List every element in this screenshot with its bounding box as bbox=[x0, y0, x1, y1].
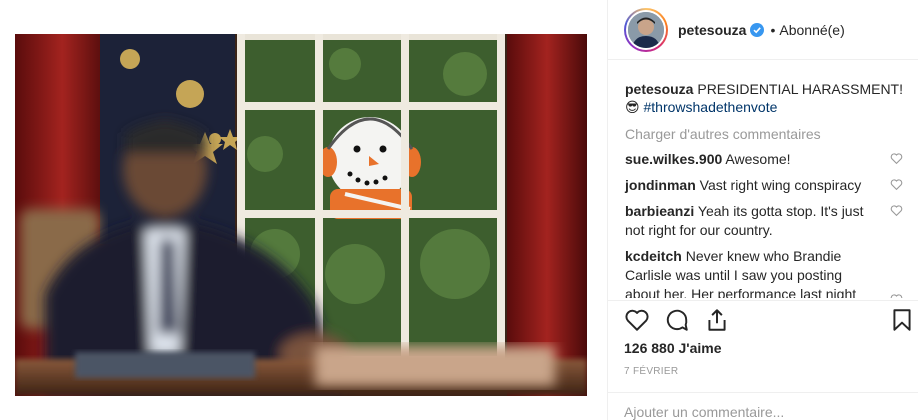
post-photo[interactable] bbox=[15, 34, 587, 396]
comment-username[interactable]: barbieanzi bbox=[625, 203, 694, 219]
comment-username[interactable]: sue.wilkes.900 bbox=[625, 151, 722, 167]
heart-outline-icon[interactable] bbox=[890, 204, 903, 217]
bookmark-icon[interactable] bbox=[889, 307, 915, 333]
comment-text: Vast right wing conspiracy bbox=[699, 177, 862, 193]
comment-item: kcdeitch Never knew who Brandie Carlisle… bbox=[625, 247, 903, 298]
comment-username[interactable]: kcdeitch bbox=[625, 248, 682, 264]
post-media-area bbox=[0, 0, 607, 420]
post-header: petesouza • Abonné(e) bbox=[608, 0, 918, 60]
post-side-panel: petesouza • Abonné(e) petesouza PRESIDEN… bbox=[607, 0, 918, 420]
comment-bubble-icon[interactable] bbox=[664, 307, 690, 333]
caption-username[interactable]: petesouza bbox=[625, 81, 693, 97]
caption-text: PRESIDENTIAL HARASSMENT! bbox=[697, 81, 903, 97]
load-more-comments-link[interactable]: Charger d'autres commentaires bbox=[625, 125, 903, 143]
heart-icon[interactable] bbox=[624, 307, 650, 333]
photo-illustration bbox=[15, 34, 587, 396]
like-count[interactable]: 126 880 J'aime bbox=[624, 340, 722, 356]
share-icon[interactable] bbox=[704, 307, 730, 333]
caption-emoji: 😎 bbox=[625, 99, 640, 115]
verified-badge-icon bbox=[750, 22, 765, 37]
post-actions-bar bbox=[608, 300, 918, 340]
comment-item: jondinman Vast right wing conspiracy bbox=[625, 176, 903, 195]
follow-status-button[interactable]: Abonné(e) bbox=[779, 22, 844, 38]
avatar-image bbox=[628, 11, 664, 48]
heart-outline-icon[interactable] bbox=[890, 178, 903, 191]
comment-text: Awesome! bbox=[725, 151, 791, 167]
caption-hashtag[interactable]: #throwshadethenvote bbox=[644, 99, 778, 115]
comment-item: sue.wilkes.900 Awesome! bbox=[625, 150, 903, 169]
avatar[interactable] bbox=[624, 7, 668, 52]
comments-list[interactable]: petesouza PRESIDENTIAL HARASSMENT! 😎 #th… bbox=[608, 60, 918, 298]
header-separator: • bbox=[770, 21, 776, 38]
heart-outline-icon[interactable] bbox=[890, 293, 903, 298]
comment-item: barbieanzi Yeah its gotta stop. It's jus… bbox=[625, 202, 903, 240]
heart-outline-icon[interactable] bbox=[890, 152, 903, 165]
add-comment-bar: Ajouter un commentaire... bbox=[608, 392, 918, 420]
comment-username[interactable]: jondinman bbox=[625, 177, 696, 193]
header-username[interactable]: petesouza bbox=[678, 22, 746, 38]
post-date[interactable]: 7 FÉVRIER bbox=[624, 366, 678, 377]
post-caption: petesouza PRESIDENTIAL HARASSMENT! 😎 #th… bbox=[625, 80, 903, 116]
comment-input[interactable]: Ajouter un commentaire... bbox=[624, 404, 903, 420]
